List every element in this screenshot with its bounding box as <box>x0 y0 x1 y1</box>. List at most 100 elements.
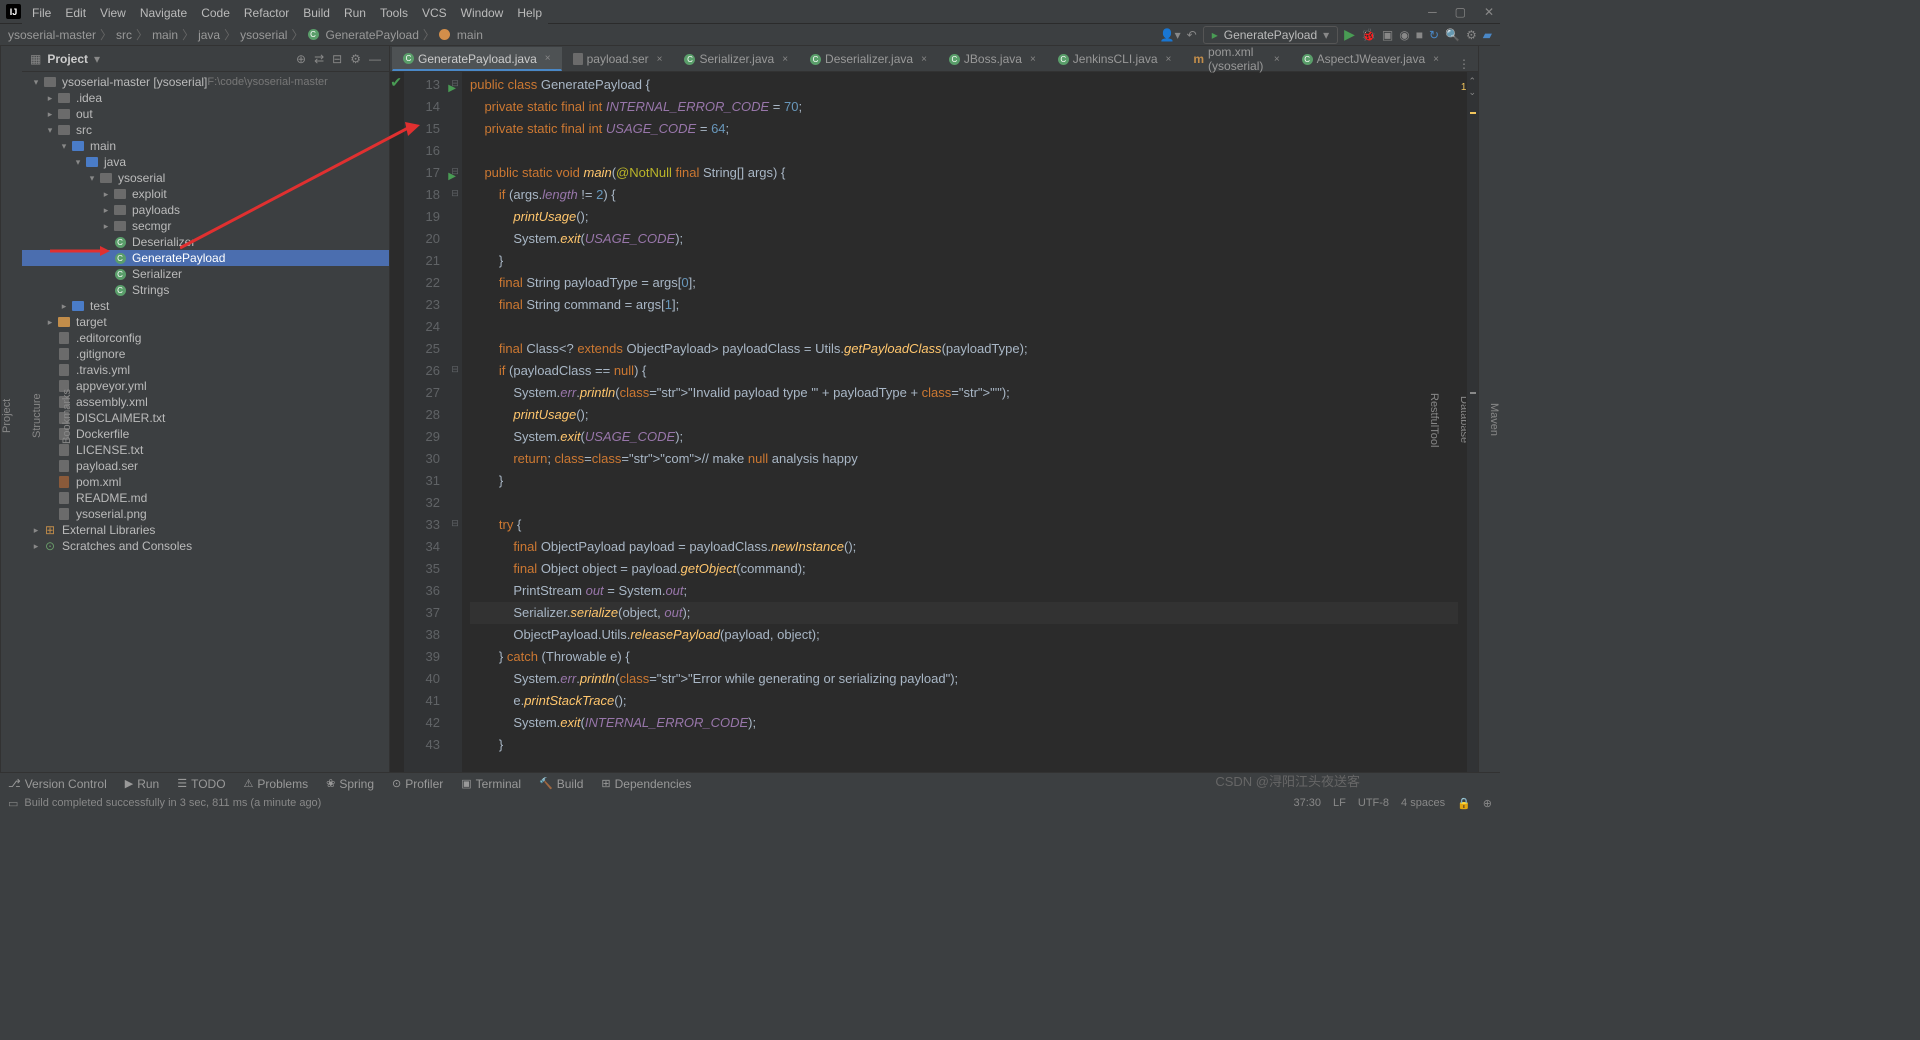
tab-close-icon[interactable]: × <box>782 54 788 65</box>
line-gutter[interactable]: 13▶14151617▶1819202122232425262728293031… <box>404 72 448 790</box>
tree-item[interactable]: ▸test <box>22 298 389 314</box>
breadcrumb[interactable]: ysoserial-master〉src〉main〉java〉ysoserial… <box>8 26 483 43</box>
editor-tab[interactable]: payload.ser× <box>562 47 674 71</box>
coverage-button[interactable]: ▣ <box>1382 28 1393 42</box>
breadcrumb-item[interactable]: main <box>457 28 483 42</box>
hide-icon[interactable]: — <box>369 52 381 66</box>
restful-tool[interactable]: RestfulTool <box>1428 393 1440 447</box>
tab-close-icon[interactable]: × <box>1433 54 1439 65</box>
tree-item[interactable]: ▾main <box>22 138 389 154</box>
maximize-icon[interactable]: ▢ <box>1455 5 1466 19</box>
tool-run[interactable]: ▶ Run <box>125 777 159 791</box>
tree-item[interactable]: ▸payloads <box>22 202 389 218</box>
profile-button[interactable]: ◉ <box>1399 28 1409 42</box>
tool-dependencies[interactable]: ⊞ Dependencies <box>601 777 691 791</box>
search-icon[interactable]: 🔍 <box>1445 28 1460 42</box>
gear-icon[interactable]: ⚙ <box>1466 28 1477 42</box>
project-tree[interactable]: ▾ysoserial-master [ysoserial] F:\code\ys… <box>22 72 389 790</box>
menu-run[interactable]: Run <box>338 4 372 22</box>
maven-tool[interactable]: Maven <box>1488 403 1500 436</box>
stop-button[interactable]: ■ <box>1416 28 1423 42</box>
tree-item[interactable]: ▾ysoserial-master [ysoserial] F:\code\ys… <box>22 74 389 90</box>
run-line-icon[interactable]: ▶ <box>448 78 456 100</box>
menu-build[interactable]: Build <box>297 4 336 22</box>
tree-item[interactable]: LICENSE.txt <box>22 442 389 458</box>
tool-problems[interactable]: ⚠ Problems <box>244 777 309 791</box>
tab-close-icon[interactable]: × <box>1274 54 1280 65</box>
tree-item[interactable]: ▸secmgr <box>22 218 389 234</box>
tree-item[interactable]: payload.ser <box>22 458 389 474</box>
tree-item[interactable]: README.md <box>22 490 389 506</box>
tree-item[interactable]: ▸⊙Scratches and Consoles <box>22 538 389 554</box>
status-indicator[interactable]: UTF-8 <box>1358 797 1389 809</box>
tab-close-icon[interactable]: × <box>657 54 663 65</box>
editor-tab[interactable]: CSerializer.java× <box>673 47 799 71</box>
editor-tab[interactable]: CGeneratePayload.java× <box>392 47 562 71</box>
debug-button[interactable]: 🐞 <box>1361 28 1376 42</box>
tabs-more-icon[interactable]: ⋮ <box>1450 57 1478 71</box>
tree-item[interactable]: ▸out <box>22 106 389 122</box>
tree-item[interactable]: ▸exploit <box>22 186 389 202</box>
menu-tools[interactable]: Tools <box>374 4 414 22</box>
breadcrumb-item[interactable]: ysoserial <box>240 28 287 42</box>
code-area[interactable]: public class GeneratePayload { private s… <box>462 72 1466 790</box>
tree-item[interactable]: ▸target <box>22 314 389 330</box>
tool-build[interactable]: 🔨 Build <box>539 777 583 791</box>
chevron-down-icon[interactable]: ▾ <box>94 52 100 66</box>
breadcrumb-item[interactable]: src <box>116 28 132 42</box>
tree-item[interactable]: .gitignore <box>22 346 389 362</box>
editor[interactable]: ✔ 13▶14151617▶18192021222324252627282930… <box>390 72 1478 790</box>
tool-terminal[interactable]: ▣ Terminal <box>461 777 521 791</box>
menu-view[interactable]: View <box>94 4 132 22</box>
project-tool[interactable]: Project <box>1 399 13 433</box>
breadcrumb-item[interactable]: GeneratePayload <box>326 28 419 42</box>
tree-item[interactable]: ▾java <box>22 154 389 170</box>
editor-tab[interactable]: CJBoss.java× <box>938 47 1047 71</box>
status-indicator[interactable]: LF <box>1333 797 1346 809</box>
editor-tab[interactable]: CDeserializer.java× <box>799 47 938 71</box>
select-opened-icon[interactable]: ⊕ <box>296 52 306 66</box>
tool-todo[interactable]: ☰ TODO <box>177 777 225 791</box>
menu-vcs[interactable]: VCS <box>416 4 453 22</box>
tree-item[interactable]: CGeneratePayload <box>22 250 389 266</box>
tree-item[interactable]: CDeserializer <box>22 234 389 250</box>
tree-item[interactable]: ▾src <box>22 122 389 138</box>
status-icon[interactable]: ▭ <box>8 797 18 810</box>
tool-profiler[interactable]: ⊙ Profiler <box>392 777 443 791</box>
run-config-selector[interactable]: ▸ GeneratePayload ▾ <box>1203 26 1338 44</box>
expand-icon[interactable]: ⇄ <box>314 52 324 66</box>
user-icon[interactable]: 👤▾ <box>1160 28 1181 42</box>
status-indicator[interactable]: 4 spaces <box>1401 797 1445 809</box>
expand-inspection-icon[interactable]: ⌃ ⌄ <box>1468 76 1476 98</box>
tree-item[interactable]: .travis.yml <box>22 362 389 378</box>
scrollbar-map[interactable]: 1 ⌃ ⌄ <box>1466 72 1478 790</box>
menu-edit[interactable]: Edit <box>59 4 92 22</box>
status-indicator[interactable]: 37:30 <box>1294 797 1322 809</box>
breadcrumb-item[interactable]: java <box>198 28 220 42</box>
menu-refactor[interactable]: Refactor <box>238 4 295 22</box>
menu-navigate[interactable]: Navigate <box>134 4 193 22</box>
editor-tab[interactable]: CJenkinsCLI.java× <box>1047 47 1183 71</box>
update-icon[interactable]: ↻ <box>1429 28 1439 42</box>
settings-button[interactable]: ▰ <box>1483 28 1492 42</box>
tab-close-icon[interactable]: × <box>1166 54 1172 65</box>
editor-tab[interactable]: CAspectJWeaver.java× <box>1291 47 1450 71</box>
run-button[interactable]: ▶ <box>1344 26 1355 43</box>
tree-item[interactable]: .editorconfig <box>22 330 389 346</box>
tree-item[interactable]: ▾ysoserial <box>22 170 389 186</box>
tree-item[interactable]: ▸.idea <box>22 90 389 106</box>
status-icon[interactable]: 🔒 <box>1457 797 1471 810</box>
tree-item[interactable]: assembly.xml <box>22 394 389 410</box>
tree-item[interactable]: CStrings <box>22 282 389 298</box>
tab-close-icon[interactable]: × <box>921 54 927 65</box>
gear-icon[interactable]: ⚙ <box>350 52 361 66</box>
tree-item[interactable]: ysoserial.png <box>22 506 389 522</box>
close-icon[interactable]: ✕ <box>1484 5 1494 19</box>
status-icon[interactable]: ⊕ <box>1483 797 1492 810</box>
tab-close-icon[interactable]: × <box>1030 54 1036 65</box>
inspection-ok-icon[interactable]: ✔ <box>390 74 402 91</box>
menu-code[interactable]: Code <box>195 4 236 22</box>
collapse-icon[interactable]: ⊟ <box>332 52 342 66</box>
breadcrumb-item[interactable]: main <box>152 28 178 42</box>
tree-item[interactable]: appveyor.yml <box>22 378 389 394</box>
